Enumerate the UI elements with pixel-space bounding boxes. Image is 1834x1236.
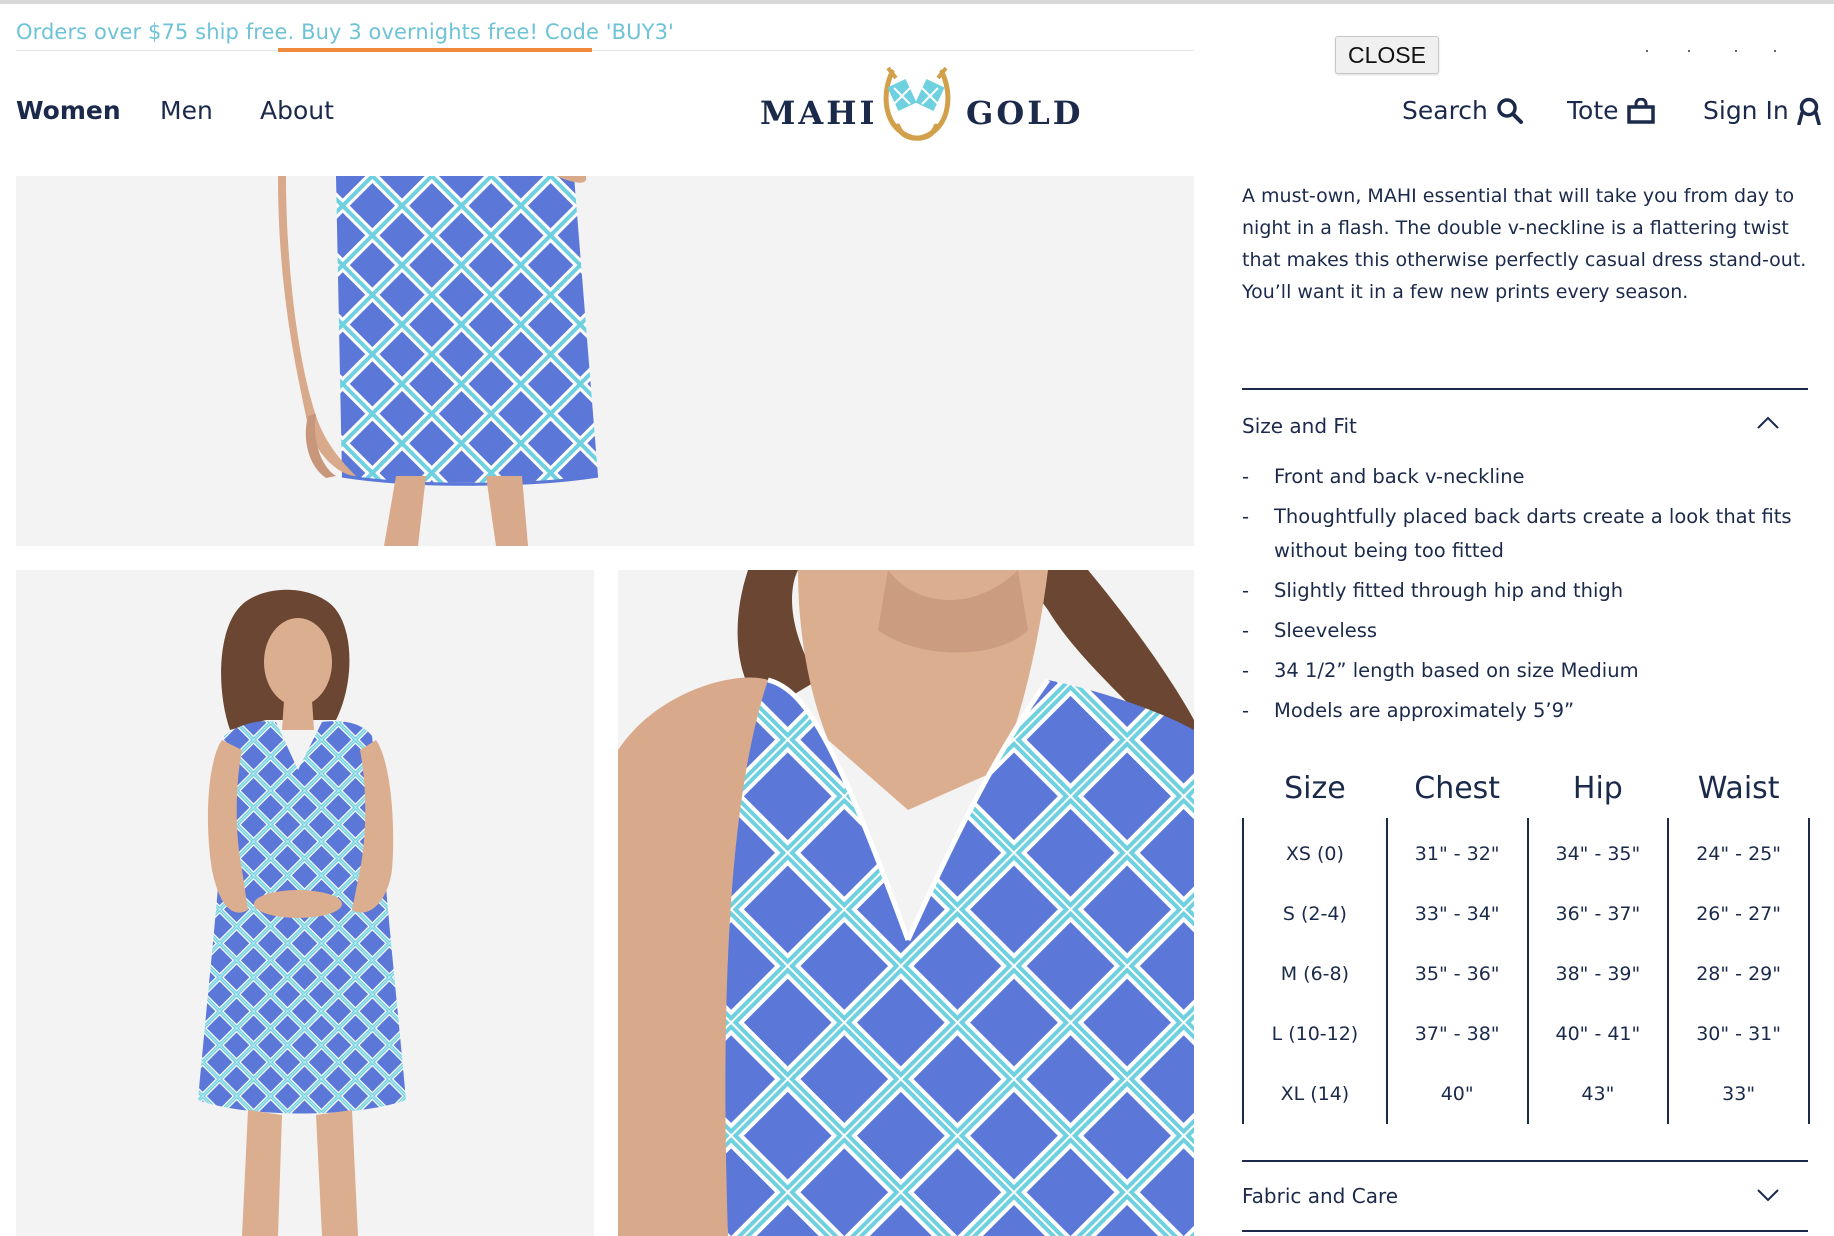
close-button[interactable]: CLOSE <box>1335 36 1439 74</box>
logo-word-right: GOLD <box>966 94 1084 132</box>
table-header-chest: Chest <box>1414 770 1501 806</box>
table-cell: 30" - 31" <box>1667 1004 1810 1064</box>
table-cell: 28" - 29" <box>1667 944 1810 1004</box>
nav-women[interactable]: Women <box>16 96 121 125</box>
table-cell: L (10-12) <box>1242 1004 1387 1064</box>
model-full-length-image <box>16 570 594 1236</box>
sign-in-button[interactable]: Sign In <box>1703 96 1821 125</box>
table-cell: M (6-8) <box>1242 944 1387 1004</box>
list-item: Models are approximately 5’9” <box>1242 694 1812 728</box>
product-description: A must-own, MAHI essential that will tak… <box>1242 185 1807 303</box>
section-divider <box>1242 1160 1808 1162</box>
table-row: L (10-12) 37" - 38" 40" - 41" 30" - 31" <box>1242 1004 1810 1064</box>
table-cell: 37" - 38" <box>1385 1004 1528 1064</box>
search-label: Search <box>1402 96 1488 125</box>
table-cell: 38" - 39" <box>1526 944 1669 1004</box>
table-cell: 40" - 41" <box>1526 1004 1669 1064</box>
table-cell: 36" - 37" <box>1526 884 1669 944</box>
table-cell: 26" - 27" <box>1667 884 1810 944</box>
sign-in-label: Sign In <box>1703 96 1789 125</box>
chevron-up-icon <box>1757 416 1779 429</box>
tote-bag-icon <box>1626 97 1655 124</box>
dot-indicator <box>1688 50 1690 52</box>
product-photo-main[interactable] <box>16 176 1194 546</box>
nav-about[interactable]: About <box>260 96 334 125</box>
dot-indicator <box>1735 50 1737 52</box>
table-header-waist: Waist <box>1697 770 1780 806</box>
table-row: S (2-4) 33" - 34" 36" - 37" 26" - 27" <box>1242 884 1810 944</box>
table-cell: 35" - 36" <box>1385 944 1528 1004</box>
product-photo-closeup[interactable] <box>618 570 1194 1236</box>
dress-neckline-closeup-image <box>618 570 1194 1236</box>
promo-image-strip <box>278 48 592 52</box>
logo-word-left: MAHI <box>760 94 878 132</box>
size-chart-table: Size Chest Hip Waist XS (0) 31" - 32" 34… <box>1242 758 1810 1124</box>
tote-button[interactable]: Tote <box>1567 96 1655 125</box>
table-cell: 31" - 32" <box>1385 818 1528 884</box>
table-cell: S (2-4) <box>1242 884 1387 944</box>
promo-divider <box>16 50 1194 51</box>
product-photo-full-length[interactable] <box>16 570 594 1236</box>
list-item: Sleeveless <box>1242 614 1812 648</box>
table-cell: 24" - 25" <box>1667 818 1810 884</box>
dot-indicator <box>1774 50 1776 52</box>
list-item: Front and back v-neckline <box>1242 460 1812 494</box>
table-row: M (6-8) 35" - 36" 38" - 39" 28" - 29" <box>1242 944 1810 1004</box>
table-cell: 34" - 35" <box>1526 818 1669 884</box>
table-cell: 43" <box>1526 1064 1669 1124</box>
table-cell: XL (14) <box>1242 1064 1387 1124</box>
table-row: XS (0) 31" - 32" 34" - 35" 24" - 25" <box>1242 818 1810 884</box>
table-row: XL (14) 40" 43" 33" <box>1242 1064 1810 1124</box>
search-button[interactable]: Search <box>1402 96 1524 125</box>
chevron-down-icon <box>1757 1189 1779 1202</box>
dress-skirt-image <box>16 176 1194 546</box>
search-icon <box>1497 97 1523 124</box>
table-cell: 33" - 34" <box>1385 884 1528 944</box>
list-item: Thoughtfully placed back darts create a … <box>1242 500 1812 568</box>
size-fit-title: Size and Fit <box>1242 414 1357 438</box>
nav-men[interactable]: Men <box>160 96 213 125</box>
size-fit-list: Front and back v-neckline Thoughtfully p… <box>1242 460 1812 734</box>
table-cell: 33" <box>1667 1064 1810 1124</box>
list-item: 34 1/2” length based on size Medium <box>1242 654 1812 688</box>
tote-label: Tote <box>1567 96 1619 125</box>
user-icon <box>1796 97 1821 125</box>
list-item: Slightly fitted through hip and thigh <box>1242 574 1812 608</box>
table-cell: XS (0) <box>1242 818 1387 884</box>
table-header-size: Size <box>1284 770 1346 806</box>
table-cell: 40" <box>1385 1064 1528 1124</box>
fabric-care-title: Fabric and Care <box>1242 1184 1399 1208</box>
table-header-hip: Hip <box>1572 770 1623 806</box>
fishhook-emblem-icon <box>883 66 951 141</box>
section-divider <box>1242 388 1808 390</box>
section-divider <box>1242 1230 1808 1232</box>
promo-banner[interactable]: Orders over $75 ship free. Buy 3 overnig… <box>16 20 674 44</box>
top-border <box>0 0 1834 4</box>
dot-indicator <box>1646 50 1648 52</box>
